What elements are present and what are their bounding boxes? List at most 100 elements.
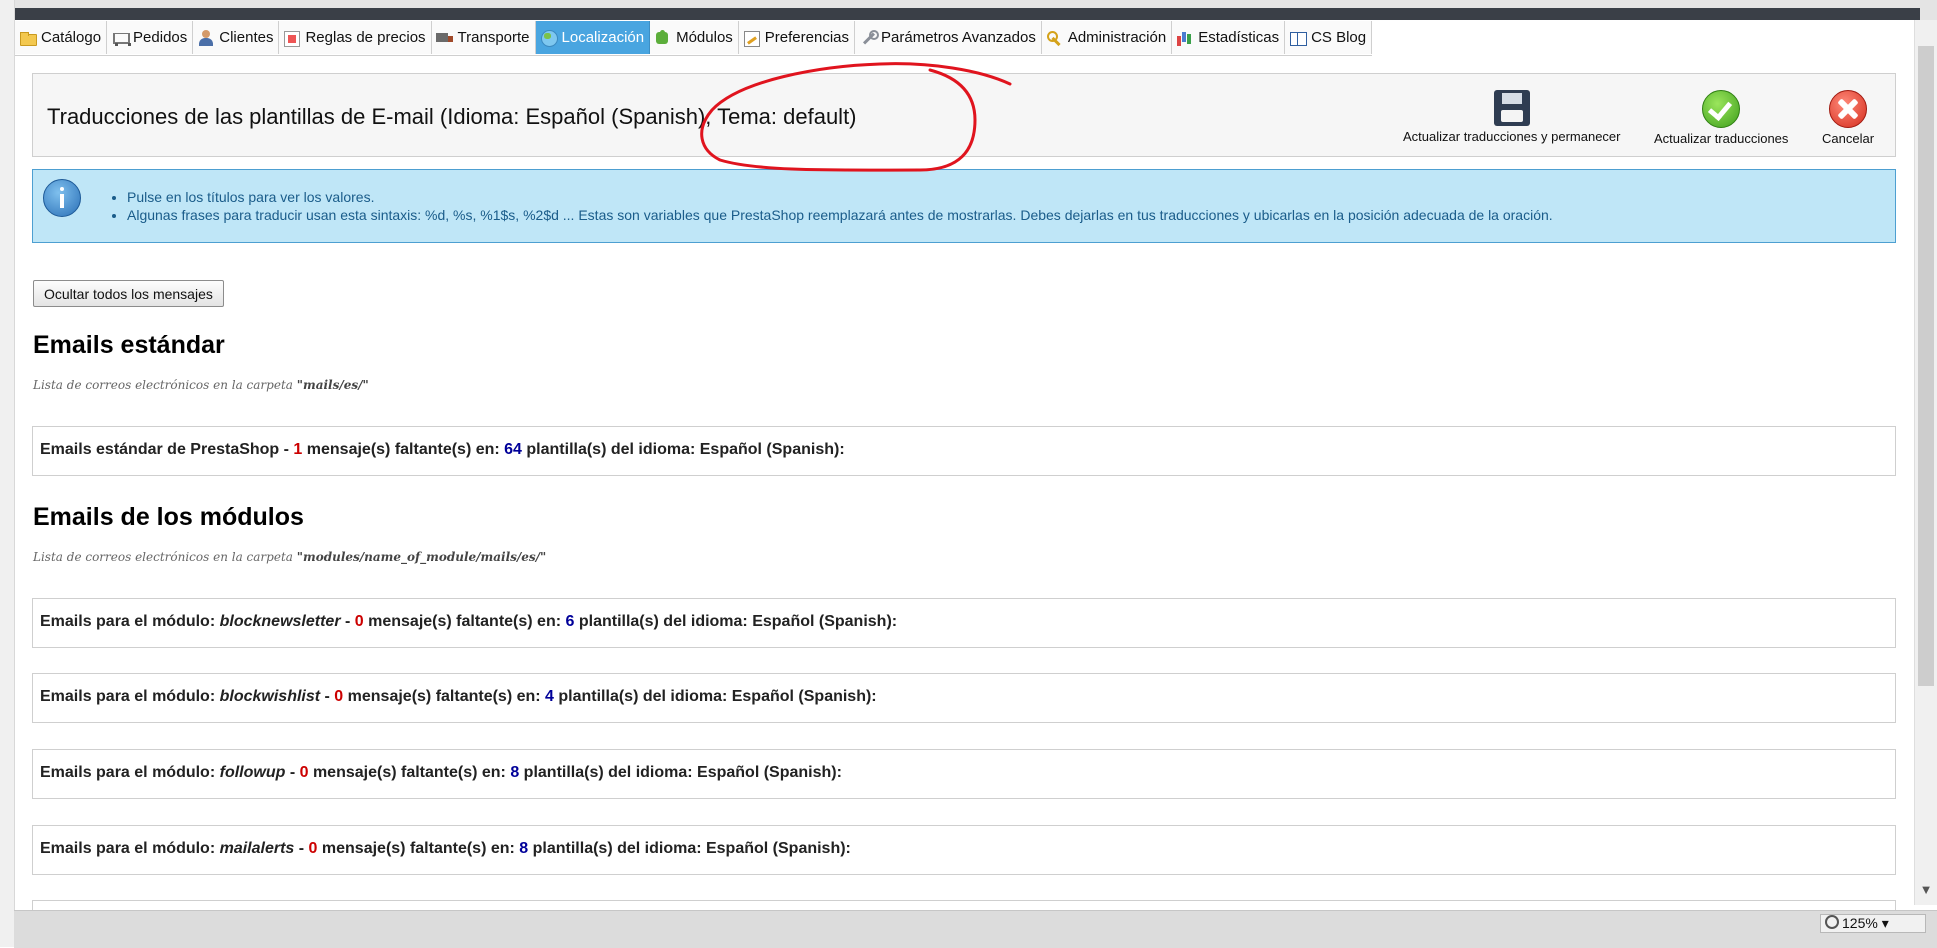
row-title: Emails para el módulo: followup - 0 mens…	[40, 764, 842, 781]
tab-modulos[interactable]: Módulos	[650, 21, 739, 54]
scroll-down-arrow-icon[interactable]: ▼	[1919, 882, 1933, 898]
module-row-blocknewsletter[interactable]: Emails para el módulo: blocknewsletter -…	[32, 598, 1896, 648]
tab-administracion[interactable]: Administración	[1041, 21, 1173, 54]
row-middle: mensaje(s) faltante(s) en:	[302, 441, 505, 458]
row-suffix: plantilla(s) del idioma: Español (Spanis…	[528, 840, 851, 857]
book-icon	[1289, 30, 1308, 46]
info-box: Pulse en los títulos para ver los valore…	[32, 169, 1896, 243]
check-icon	[1702, 90, 1741, 128]
page-title: Traducciones de las plantillas de E-mail…	[47, 104, 857, 129]
row-prefix: Emails para el módulo:	[40, 840, 220, 857]
info-item: Pulse en los títulos para ver los valore…	[127, 188, 1553, 206]
toolbar-panel: Traducciones de las plantillas de E-mail…	[32, 73, 1896, 157]
chevron-down-icon: ▾	[1881, 915, 1889, 931]
save-button[interactable]: Actualizar traducciones	[1654, 90, 1788, 146]
tab-label: Clientes	[219, 29, 274, 46]
standard-emails-heading: Emails estándar	[33, 331, 225, 359]
tab-transporte[interactable]: Transporte	[431, 21, 536, 54]
hide-all-messages-button[interactable]: Ocultar todos los mensajes	[33, 280, 224, 307]
caption-text: Lista de correos electrónicos en la carp…	[33, 550, 297, 564]
module-name: blockwishlist	[219, 688, 321, 705]
wrench-icon	[859, 29, 880, 46]
folder-icon	[19, 30, 37, 46]
module-emails-heading: Emails de los módulos	[33, 503, 304, 531]
module-name: followup	[219, 764, 286, 781]
floppy-disk-icon	[1493, 90, 1530, 126]
module-name: mailalerts	[219, 840, 295, 857]
tab-label: Pedidos	[133, 29, 188, 46]
module-row-mailalerts[interactable]: Emails para el módulo: mailalerts - 0 me…	[32, 825, 1896, 875]
row-title: Emails para el módulo: blocknewsletter -…	[40, 613, 898, 630]
row-suffix: plantilla(s) del idioma: Español (Spanis…	[574, 613, 898, 630]
row-suffix: plantilla(s) del idioma: Español (Spanis…	[519, 764, 842, 781]
module-name: blocknewsletter	[219, 613, 341, 630]
missing-count: 1	[293, 441, 303, 458]
preferences-icon	[743, 30, 761, 47]
row-suffix: plantilla(s) del idioma: Español (Spanis…	[521, 441, 845, 458]
tab-label: Administración	[1067, 29, 1167, 46]
main-nav: Catálogo Pedidos Clientes Reglas de prec…	[15, 21, 1373, 56]
tab-clientes[interactable]: Clientes	[193, 21, 280, 54]
tab-localizacion[interactable]: Localización	[535, 21, 651, 54]
tab-label: Estadísticas	[1198, 29, 1280, 46]
row-prefix: Emails para el módulo:	[40, 613, 220, 630]
module-emails-caption: Lista de correos electrónicos en la carp…	[33, 550, 546, 564]
row-title: Emails para el módulo: mailalerts - 0 me…	[40, 840, 851, 857]
module-row-blockwishlist[interactable]: Emails para el módulo: blockwishlist - 0…	[32, 673, 1896, 723]
missing-count: 0	[354, 613, 364, 630]
row-prefix: Emails para el módulo:	[40, 764, 220, 781]
row-middle: mensaje(s) faltante(s) en:	[308, 764, 511, 781]
tab-parametros-avanzados[interactable]: Parámetros Avanzados	[855, 21, 1042, 54]
caption-path: "modules/name_of_module/mails/es/"	[296, 550, 547, 564]
row-middle: mensaje(s) faltante(s) en:	[363, 613, 566, 630]
tab-reglas-de-precios[interactable]: Reglas de precios	[279, 21, 432, 54]
globe-icon	[540, 29, 558, 47]
cancel-label: Cancelar	[1822, 131, 1875, 146]
template-count: 4	[545, 688, 554, 705]
standard-emails-caption: Lista de correos electrónicos en la carp…	[33, 378, 369, 392]
tab-label: Transporte	[457, 29, 530, 46]
row-title: Emails estándar de PrestaShop - 1 mensaj…	[40, 441, 845, 459]
vertical-scrollbar[interactable]: ▼	[1914, 20, 1937, 905]
save-and-stay-label: Actualizar traducciones y permanecer	[1403, 129, 1621, 144]
browser-bar	[14, 8, 1920, 20]
puzzle-icon	[654, 29, 672, 46]
info-icon	[43, 179, 81, 217]
template-count: 8	[519, 840, 529, 857]
browser-top-strip	[0, 0, 1937, 20]
missing-count: 0	[299, 764, 309, 781]
row-suffix: plantilla(s) del idioma: Español (Spanis…	[553, 688, 877, 705]
zoom-control[interactable]: 125% ▾	[1820, 914, 1926, 933]
standard-emails-row[interactable]: Emails estándar de PrestaShop - 1 mensaj…	[32, 426, 1896, 476]
price-rules-icon	[283, 30, 301, 47]
truck-icon	[435, 30, 454, 46]
tab-label: Localización	[561, 29, 645, 46]
zoom-level: 125%	[1842, 915, 1878, 931]
tab-label: Módulos	[676, 29, 733, 46]
tab-label: Catálogo	[41, 29, 102, 46]
tab-preferencias[interactable]: Preferencias	[738, 21, 856, 54]
info-list: Pulse en los títulos para ver los valore…	[93, 188, 1553, 224]
close-icon	[1829, 90, 1868, 128]
row-prefix: Emails para el módulo:	[40, 688, 220, 705]
template-count: 8	[510, 764, 520, 781]
missing-count: 0	[334, 688, 344, 705]
magnifier-icon	[1825, 915, 1839, 929]
scroll-thumb[interactable]	[1918, 46, 1934, 686]
info-item: Algunas frases para traducir usan esta s…	[127, 206, 1553, 224]
row-prefix: Emails estándar de PrestaShop -	[40, 441, 294, 458]
caption-path: "mails/es/"	[296, 378, 369, 392]
tab-catalogo[interactable]: Catálogo	[15, 21, 108, 54]
module-row-followup[interactable]: Emails para el módulo: followup - 0 mens…	[32, 749, 1896, 799]
save-and-stay-button[interactable]: Actualizar traducciones y permanecer	[1403, 90, 1621, 144]
key-icon	[1046, 30, 1064, 46]
cancel-button[interactable]: Cancelar	[1822, 90, 1874, 146]
tab-estadisticas[interactable]: Estadísticas	[1172, 21, 1286, 54]
row-middle: mensaje(s) faltante(s) en:	[317, 840, 520, 857]
save-label: Actualizar traducciones	[1654, 131, 1789, 146]
cart-icon	[111, 30, 132, 46]
tab-cs-blog[interactable]: CS Blog	[1285, 21, 1373, 54]
tab-label: Parámetros Avanzados	[881, 29, 1036, 46]
stats-icon	[1176, 30, 1194, 46]
tab-pedidos[interactable]: Pedidos	[107, 21, 194, 54]
